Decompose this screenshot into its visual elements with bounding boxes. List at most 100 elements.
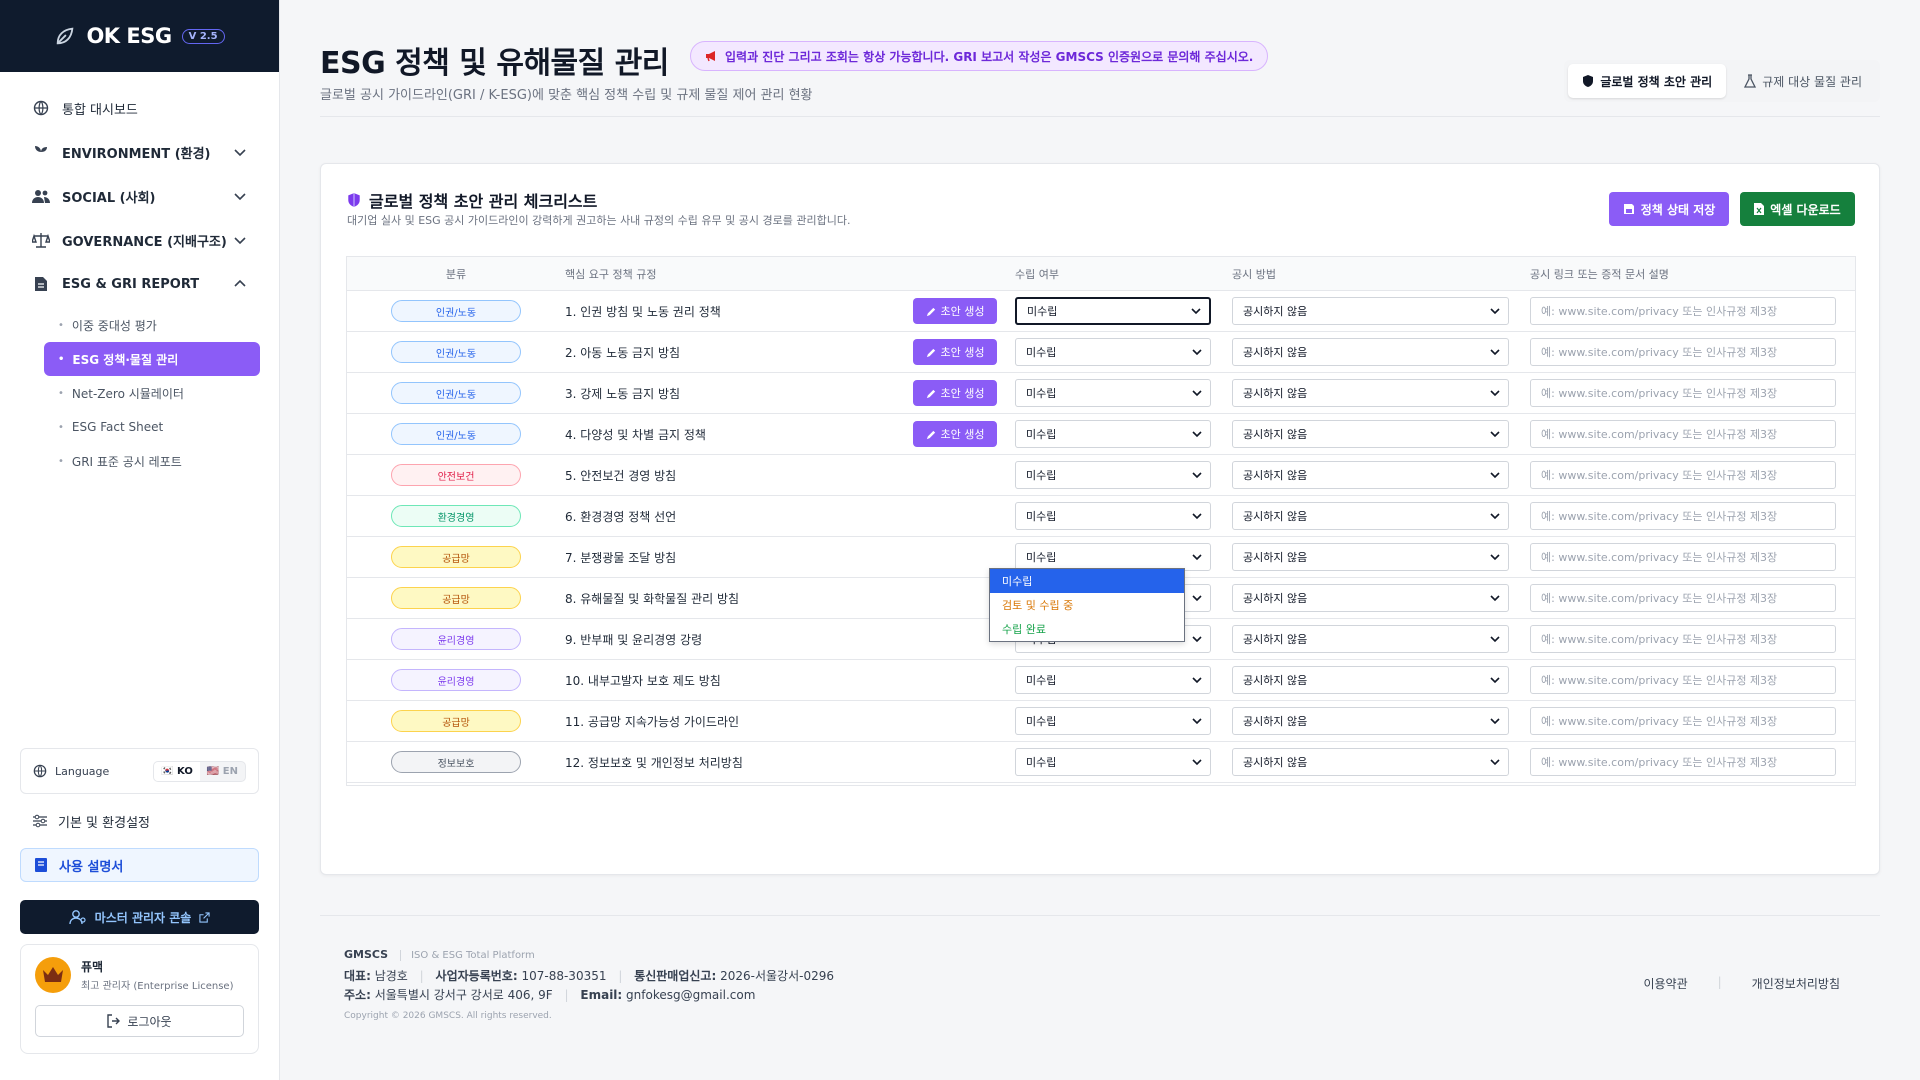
- excel-file-icon: [1754, 203, 1765, 215]
- link-input[interactable]: 예: www.site.com/privacy 또는 인사규정 제3장: [1530, 461, 1836, 489]
- category-badge: 정보보호: [391, 751, 521, 773]
- status-select[interactable]: 미수립: [1015, 543, 1211, 571]
- notice-badge: 입력과 진단 그리고 조회는 항상 가능합니다. GRI 보고서 작성은 GMS…: [690, 41, 1269, 71]
- draft-generate-button[interactable]: 초안 생성: [913, 339, 997, 365]
- status-select[interactable]: 미수립: [1015, 379, 1211, 407]
- link-input[interactable]: 예: www.site.com/privacy 또는 인사규정 제3장: [1530, 379, 1836, 407]
- megaphone-icon: [706, 51, 715, 62]
- globe-icon: [32, 99, 50, 117]
- policy-name: 6. 환경경영 정책 선언: [565, 509, 677, 524]
- nav-governance[interactable]: GOVERNANCE (지배구조): [20, 218, 259, 262]
- lang-ko-button[interactable]: 🇰🇷 KO: [154, 761, 200, 781]
- disclosure-select[interactable]: 공시하지 않음: [1232, 379, 1509, 407]
- chevron-down-icon: [234, 237, 246, 245]
- disclosure-value: 공시하지 않음: [1243, 510, 1308, 523]
- status-select[interactable]: 미수립: [1015, 748, 1211, 776]
- chevron-down-icon: [1191, 308, 1201, 315]
- table-row: 정보보호 12. 정보보호 및 개인정보 처리방침 미수립 공시하지 않음 예:…: [347, 742, 1855, 783]
- nav-netzero[interactable]: Net-Zero 시뮬레이터: [44, 376, 259, 410]
- disclosure-select[interactable]: 공시하지 않음: [1232, 625, 1509, 653]
- link-input[interactable]: 예: www.site.com/privacy 또는 인사규정 제3장: [1530, 666, 1836, 694]
- nav-environment[interactable]: ENVIRONMENT (환경): [20, 130, 259, 174]
- logout-button[interactable]: 로그아웃: [35, 1005, 244, 1037]
- disclosure-select[interactable]: 공시하지 않음: [1232, 338, 1509, 366]
- link-input[interactable]: 예: www.site.com/privacy 또는 인사규정 제3장: [1530, 543, 1836, 571]
- draft-generate-button[interactable]: 초안 생성: [913, 298, 997, 324]
- master-console-button[interactable]: 마스터 관리자 콘솔: [20, 900, 259, 934]
- link-input[interactable]: 예: www.site.com/privacy 또는 인사규정 제3장: [1530, 338, 1836, 366]
- shield-icon: [1583, 75, 1594, 87]
- disclosure-select[interactable]: 공시하지 않음: [1232, 502, 1509, 530]
- disclosure-select[interactable]: 공시하지 않음: [1232, 297, 1509, 325]
- footer-company: GMSCS: [344, 948, 389, 961]
- status-select[interactable]: 미수립: [1015, 502, 1211, 530]
- nav-gri-report[interactable]: GRI 표준 공시 레포트: [44, 444, 259, 478]
- footer-email[interactable]: gnfokesg@gmail.com: [626, 988, 755, 1002]
- category-badge: 인권/노동: [391, 382, 521, 404]
- policy-checklist-card: 글로벌 정책 초안 관리 체크리스트 대기업 실사 및 ESG 공시 가이드라인…: [320, 163, 1880, 875]
- disclosure-value: 공시하지 않음: [1243, 305, 1308, 318]
- nav-policy-material[interactable]: ESG 정책·물질 관리: [44, 342, 260, 376]
- col-category: 분류: [445, 267, 467, 281]
- tab-policy-draft[interactable]: 글로벌 정책 초안 관리: [1568, 64, 1727, 98]
- policy-name: 2. 아동 노동 금지 방침: [565, 345, 681, 360]
- privacy-link[interactable]: 개인정보처리방침: [1752, 975, 1840, 992]
- link-input[interactable]: 예: www.site.com/privacy 또는 인사규정 제3장: [1530, 625, 1836, 653]
- profile-role: 최고 관리자 (Enterprise License): [81, 981, 234, 992]
- save-policy-button[interactable]: 정책 상태 저장: [1609, 192, 1729, 226]
- policy-name: 11. 공급망 지속가능성 가이드라인: [565, 714, 740, 729]
- disclosure-select[interactable]: 공시하지 않음: [1232, 461, 1509, 489]
- nav-factsheet[interactable]: ESG Fact Sheet: [44, 410, 259, 444]
- link-input[interactable]: 예: www.site.com/privacy 또는 인사규정 제3장: [1530, 748, 1836, 776]
- disclosure-value: 공시하지 않음: [1243, 756, 1308, 769]
- nav-social[interactable]: SOCIAL (사회): [20, 174, 259, 218]
- disclosure-select[interactable]: 공시하지 않음: [1232, 707, 1509, 735]
- nav-report[interactable]: ESG & GRI REPORT: [20, 262, 259, 306]
- status-select[interactable]: 미수립: [1015, 297, 1211, 325]
- crown-icon: [35, 957, 71, 993]
- status-select[interactable]: 미수립: [1015, 338, 1211, 366]
- status-select[interactable]: 미수립: [1015, 707, 1211, 735]
- link-input[interactable]: 예: www.site.com/privacy 또는 인사규정 제3장: [1530, 420, 1836, 448]
- report-submenu: 이중 중대성 평가 ESG 정책·물질 관리 Net-Zero 시뮬레이터 ES…: [20, 306, 260, 478]
- excel-download-button[interactable]: 엑셀 다운로드: [1740, 192, 1855, 226]
- footer-biz: 107-88-30351: [521, 969, 607, 983]
- status-select[interactable]: 미수립: [1015, 666, 1211, 694]
- status-option-done[interactable]: 수립 완료: [990, 617, 1184, 641]
- lang-en-button[interactable]: 🇺🇸 EN: [200, 762, 245, 781]
- guide-link[interactable]: 사용 설명서: [20, 848, 259, 882]
- chevron-down-icon: [1192, 595, 1202, 602]
- save-icon: [1623, 204, 1634, 214]
- sliders-icon: [33, 814, 47, 828]
- terms-link[interactable]: 이용약관: [1643, 975, 1687, 992]
- disclosure-select[interactable]: 공시하지 않음: [1232, 748, 1509, 776]
- disclosure-select[interactable]: 공시하지 않음: [1232, 584, 1509, 612]
- link-input[interactable]: 예: www.site.com/privacy 또는 인사규정 제3장: [1530, 584, 1836, 612]
- link-input[interactable]: 예: www.site.com/privacy 또는 인사규정 제3장: [1530, 707, 1836, 735]
- view-tabs: 글로벌 정책 초안 관리 규제 대상 물질 관리: [1564, 60, 1880, 102]
- disclosure-select[interactable]: 공시하지 않음: [1232, 420, 1509, 448]
- disclosure-select[interactable]: 공시하지 않음: [1232, 543, 1509, 571]
- nav-materiality[interactable]: 이중 중대성 평가: [44, 308, 259, 342]
- footer-links: 이용약관 | 개인정보처리방침: [1643, 975, 1840, 992]
- link-input[interactable]: 예: www.site.com/privacy 또는 인사규정 제3장: [1530, 502, 1836, 530]
- draft-generate-button[interactable]: 초안 생성: [913, 421, 997, 447]
- nav-dashboard[interactable]: 통합 대시보드: [20, 86, 259, 130]
- tab-regulated-material[interactable]: 규제 대상 물질 관리: [1730, 64, 1876, 98]
- footer-divider: [320, 915, 1880, 916]
- settings-link[interactable]: 기본 및 환경설정: [20, 804, 259, 838]
- status-value: 미수립: [1027, 305, 1058, 318]
- brand-logo[interactable]: OK ESG V 2.5: [0, 0, 279, 72]
- category-badge: 안전보건: [391, 464, 521, 486]
- disclosure-select[interactable]: 공시하지 않음: [1232, 666, 1509, 694]
- status-option-none[interactable]: 미수립: [990, 569, 1184, 593]
- notice-text: 입력과 진단 그리고 조회는 항상 가능합니다. GRI 보고서 작성은 GMS…: [725, 49, 1254, 64]
- status-option-reviewing[interactable]: 검토 및 수립 중: [990, 593, 1184, 617]
- status-select[interactable]: 미수립: [1015, 461, 1211, 489]
- category-badge: 공급망: [391, 710, 521, 732]
- users-icon: [32, 187, 50, 205]
- status-select[interactable]: 미수립: [1015, 420, 1211, 448]
- link-input[interactable]: 예: www.site.com/privacy 또는 인사규정 제3장: [1530, 297, 1836, 325]
- seedling-icon: [32, 143, 50, 161]
- draft-generate-button[interactable]: 초안 생성: [913, 380, 997, 406]
